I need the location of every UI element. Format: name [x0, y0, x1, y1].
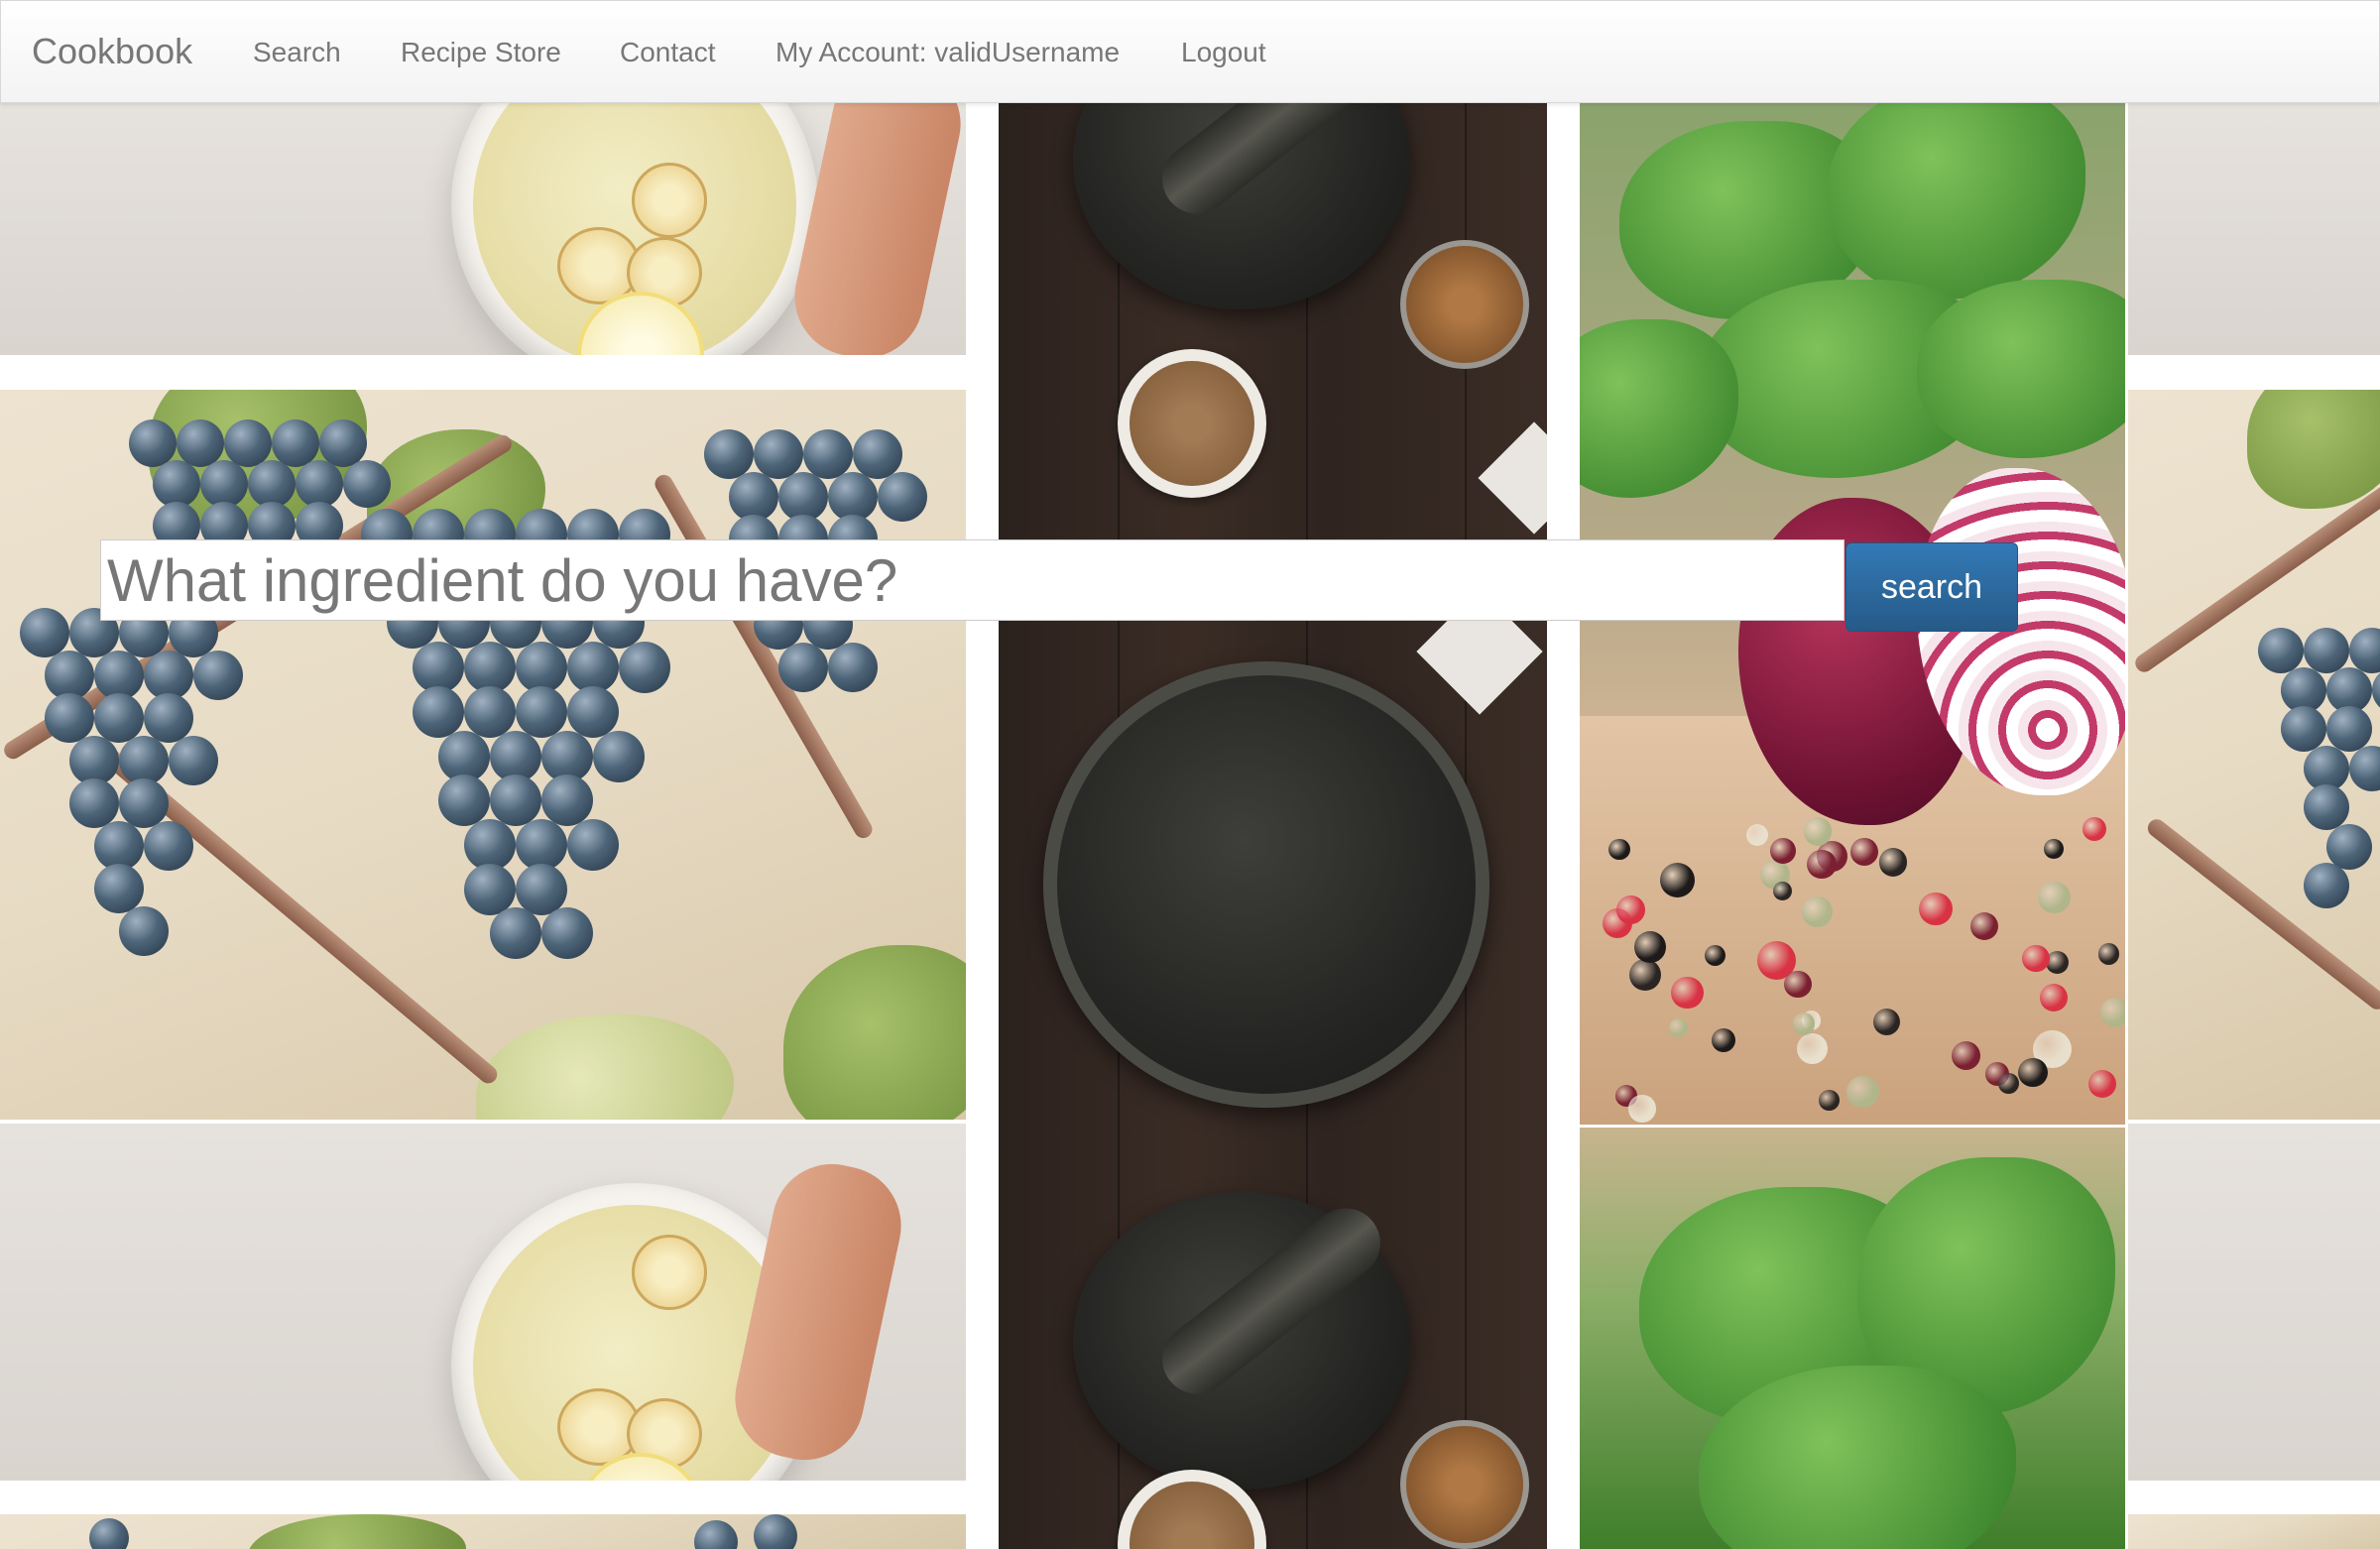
grape: [2281, 706, 2326, 753]
peppercorn: [2097, 943, 2120, 965]
mortar-photo-tile: [999, 101, 1547, 1549]
grape: [541, 774, 593, 827]
brand-link[interactable]: Cookbook: [32, 27, 192, 76]
grape: [413, 685, 464, 738]
peppercorn: [1803, 817, 1833, 846]
grape: [803, 429, 853, 479]
grape: [2349, 745, 2380, 791]
peppercorn: [1628, 1095, 1656, 1123]
peppercorn: [1770, 838, 1796, 864]
peppercorn: [2082, 817, 2107, 841]
peppercorn: [1746, 823, 1769, 846]
ingredient-search-input[interactable]: [100, 539, 1844, 621]
peppercorn: [1712, 1028, 1735, 1053]
peppercorn: [2099, 998, 2125, 1028]
grape: [2326, 823, 2372, 870]
grape: [878, 472, 927, 522]
peppercorn: [1669, 1018, 1688, 1037]
page: Cookbook Search Recipe Store Contact My …: [0, 0, 2380, 1549]
grape: [69, 778, 119, 828]
grape: [169, 736, 218, 785]
grape: [619, 642, 670, 694]
grape: [343, 460, 391, 509]
peppercorn: [1998, 1072, 2020, 1094]
peppercorn: [1616, 895, 1645, 924]
grape: [438, 774, 490, 827]
grape: [778, 643, 828, 692]
grape: [567, 819, 619, 872]
grape: [516, 685, 567, 738]
grape: [754, 429, 803, 479]
peppercorn: [2039, 984, 2068, 1013]
nav-link-contact[interactable]: Contact: [620, 33, 716, 72]
grape: [144, 821, 193, 871]
grape: [144, 693, 193, 743]
grape: [704, 429, 754, 479]
peppercorn: [2017, 1057, 2048, 1088]
grape: [20, 608, 69, 657]
grape: [2304, 628, 2349, 673]
peppercorn: [1633, 930, 1666, 963]
peppercorn: [1671, 976, 1704, 1010]
peppercorn: [1628, 958, 1662, 992]
grape: [593, 730, 645, 782]
grape: [490, 907, 541, 960]
grape: [177, 419, 224, 467]
grapes-photo-tile-edge: [2128, 390, 2380, 1120]
grape: [272, 419, 319, 467]
grape: [193, 651, 243, 700]
grape: [319, 419, 367, 467]
ginger-photo-tile-edge-repeat: [2128, 1124, 2380, 1481]
peppercorn: [2087, 1069, 2116, 1098]
grape: [464, 685, 516, 738]
grape: [119, 906, 169, 956]
grape: [94, 693, 144, 743]
peppercorn: [1784, 970, 1812, 999]
nav-link-search[interactable]: Search: [253, 33, 341, 72]
grape: [567, 685, 619, 738]
peppercorn: [2038, 881, 2071, 914]
nav-link-my-account[interactable]: My Account: validUsername: [775, 33, 1120, 72]
peppercorn: [1801, 896, 1833, 928]
grape: [119, 778, 169, 828]
grape: [490, 774, 541, 827]
grape: [2304, 784, 2349, 831]
peppercorn: [2044, 839, 2064, 859]
peppercorn: [2021, 944, 2050, 973]
peppercorn: [1846, 1075, 1879, 1109]
grape: [853, 429, 902, 479]
grape: [2349, 628, 2380, 673]
top-navbar: Cookbook Search Recipe Store Contact My …: [0, 0, 2380, 103]
peppercorn: [1807, 849, 1837, 880]
grape: [45, 693, 94, 743]
grape: [2372, 666, 2380, 713]
search-button[interactable]: search: [1845, 542, 2018, 632]
nav-link-recipe-store[interactable]: Recipe Store: [401, 33, 561, 72]
ginger-photo-tile: [0, 101, 966, 355]
peppercorn: [1818, 1090, 1840, 1111]
grapes-photo-tile-repeat: [0, 1514, 966, 1549]
grape: [2326, 706, 2372, 753]
grape: [129, 419, 177, 467]
peppercorn: [1792, 1012, 1816, 1035]
ginger-photo-tile-repeat: [0, 1124, 966, 1481]
herbs-photo-tile: [1580, 1128, 2125, 1549]
grape: [224, 419, 272, 467]
grapes-photo-tile: [0, 390, 966, 1120]
grape: [2304, 863, 2349, 909]
grape: [2258, 628, 2304, 673]
ginger-photo-tile-edge: [2128, 101, 2380, 355]
grapes-photo-tile-edge-repeat: [2128, 1514, 2380, 1549]
peppercorn: [1850, 837, 1879, 866]
nav-link-logout[interactable]: Logout: [1181, 33, 1266, 72]
grape: [541, 907, 593, 960]
grape: [94, 864, 144, 913]
peppercorn: [1970, 911, 1999, 940]
peppercorn: [1705, 944, 1726, 966]
grape: [828, 643, 878, 692]
